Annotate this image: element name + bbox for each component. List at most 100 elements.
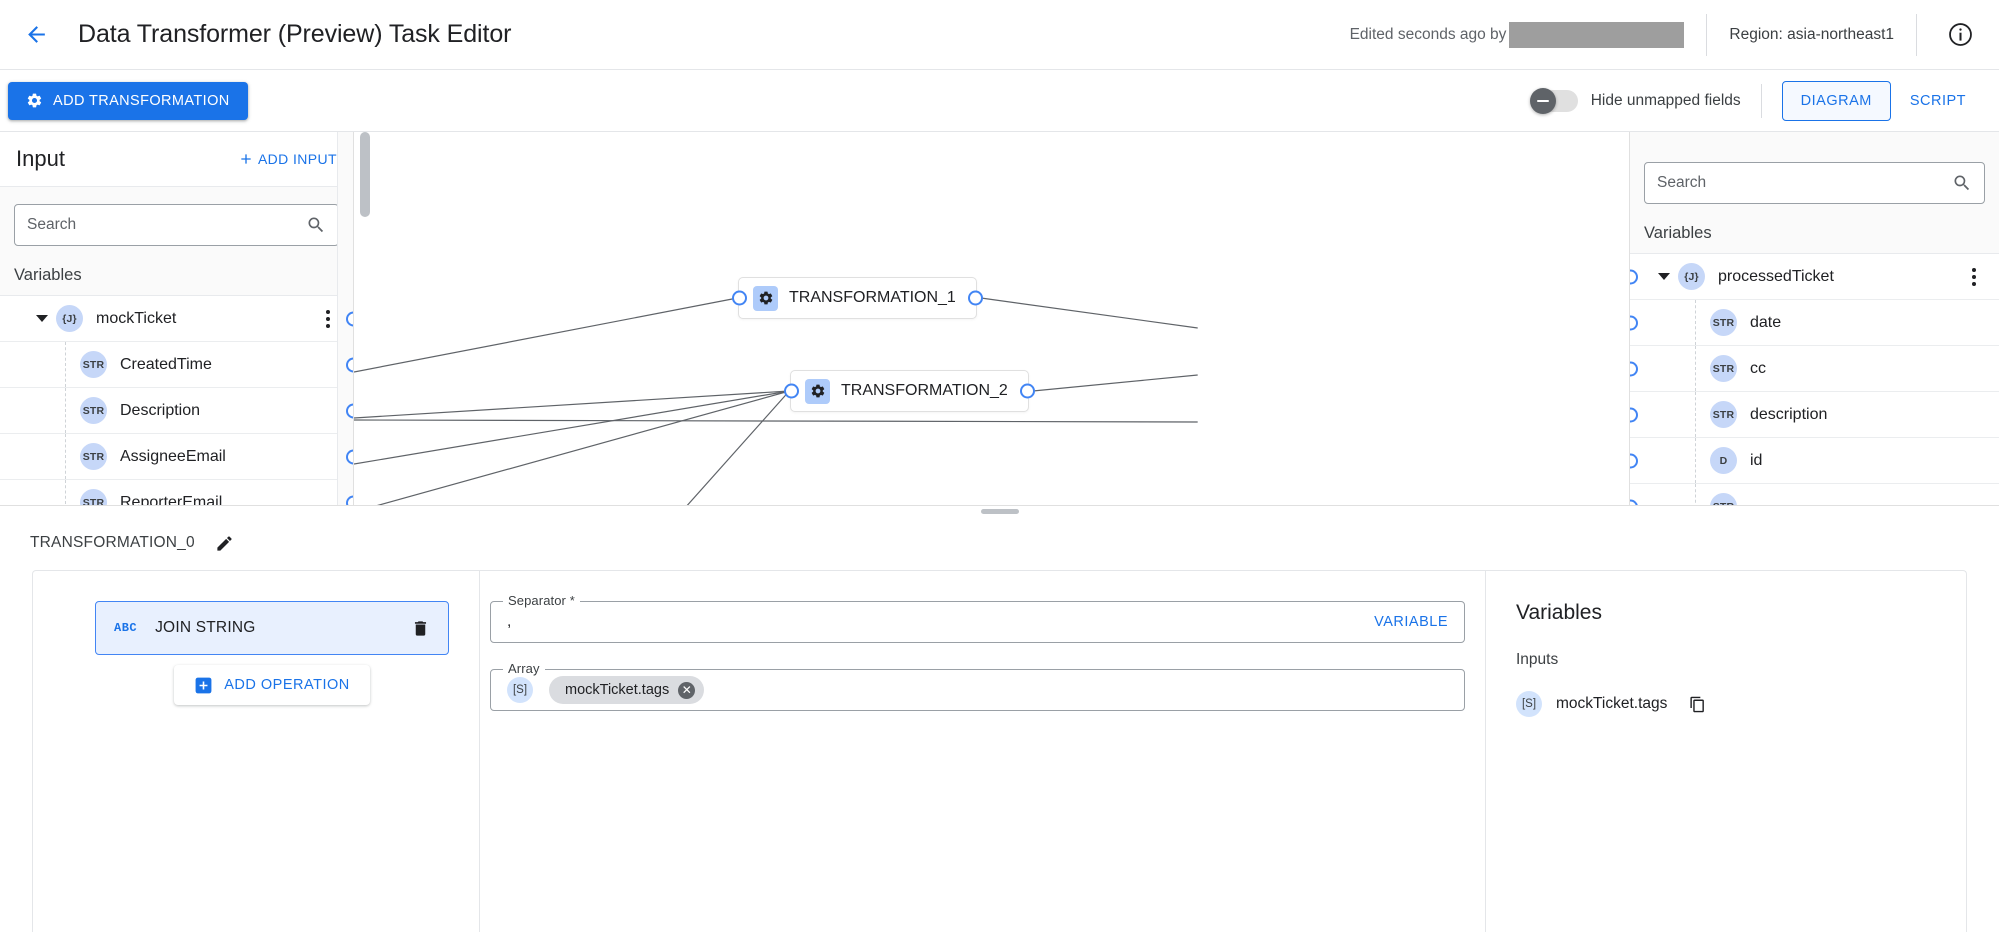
output-variable-table: {J} processedTicket STR date STR [1630,253,1999,505]
hide-unmapped-toggle-group[interactable]: Hide unmapped fields [1532,90,1741,112]
table-row[interactable]: STR date [1630,300,1999,346]
search-icon[interactable] [1952,173,1972,193]
page-title: Data Transformer (Preview) Task Editor [78,20,511,49]
trash-icon [411,618,430,639]
variables-heading: Variables [1516,601,1942,625]
gear-icon [26,92,43,109]
mapping-work-area: Input ADD INPUT Varia [0,132,1999,505]
transformation-node-2[interactable]: TRANSFORMATION_2 [790,370,1029,412]
transformation-node-1[interactable]: TRANSFORMATION_1 [738,277,977,319]
diagram-canvas[interactable]: TRANSFORMATION_1 TRANSFORMATION_2 [353,132,1630,505]
panel-resize-handle[interactable] [0,505,1999,516]
plus-square-icon [194,676,213,695]
output-search-box[interactable] [1644,162,1985,204]
redacted-user [1509,22,1684,48]
indent-guide [0,388,66,433]
indent-guide [1630,392,1696,437]
operation-card-join-string[interactable]: ABC JOIN STRING [95,601,449,655]
variable-name: date [1750,314,1781,332]
top-bar-right: Edited seconds ago by Region: asia-north… [1350,0,1999,69]
table-row[interactable]: STR cc [1630,346,1999,392]
input-search-input[interactable] [27,216,306,234]
input-variable-table: {J} mockTicket STR CreatedTime [0,295,353,505]
edited-status-text: Edited seconds ago by [1350,26,1507,44]
type-badge: STR [80,489,107,505]
table-row[interactable]: STR ReporterEmail [0,480,353,505]
indent-guide [0,434,66,479]
close-icon[interactable]: ✕ [678,682,695,699]
copy-button[interactable] [1689,696,1706,713]
separator-label: Separator * [503,593,580,608]
table-row[interactable]: STR AssigneeEmail [0,434,353,480]
action-bar: ADD TRANSFORMATION Hide unmapped fields … [0,70,1999,132]
array-value-chip[interactable]: mockTicket.tags ✕ [549,676,704,704]
array-value-label: mockTicket.tags [565,682,669,698]
delete-operation-button[interactable] [411,618,430,639]
connector-port[interactable] [1630,269,1638,284]
variable-name: cc [1750,360,1766,378]
row-menu-button[interactable] [1963,266,1985,288]
array-field[interactable]: Array [S] mockTicket.tags ✕ [490,669,1465,711]
output-search-input[interactable] [1657,174,1952,192]
add-operation-button[interactable]: ADD OPERATION [174,665,369,705]
separator-field[interactable]: Separator * , VARIABLE [490,601,1465,643]
variable-name: id [1750,452,1762,470]
copy-icon [1689,696,1706,713]
edit-name-button[interactable] [215,534,234,553]
type-badge: {J} [1678,263,1705,290]
variable-name: AssigneeEmail [120,448,226,466]
type-badge: STR [1710,493,1737,505]
list-item[interactable]: [S] mockTicket.tags [1516,691,1942,717]
connector-port[interactable] [346,495,354,505]
input-variables-label: Variables [0,246,353,295]
type-badge: {J} [56,305,83,332]
edited-status: Edited seconds ago by [1350,22,1685,48]
table-row[interactable]: D id [1630,438,1999,484]
toggle-knob [1530,88,1556,114]
separator-variable-button[interactable]: VARIABLE [1374,614,1448,630]
table-row[interactable]: STR Description [0,388,353,434]
indent-guide [0,480,66,505]
top-app-bar: Data Transformer (Preview) Task Editor E… [0,0,1999,70]
table-row[interactable]: STR description [1630,392,1999,438]
variable-name: CreatedTime [120,356,212,374]
table-row[interactable]: {J} processedTicket [1630,254,1999,300]
transformation-detail-body: ABC JOIN STRING ADD OPERATION [32,570,1967,932]
drag-grip [981,509,1019,514]
add-input-button[interactable]: ADD INPUT [238,151,337,167]
add-operation-label: ADD OPERATION [224,677,349,693]
row-menu-button[interactable] [317,308,339,330]
tab-diagram[interactable]: DIAGRAM [1782,81,1891,121]
type-badge: STR [80,397,107,424]
chevron-down-icon[interactable] [36,315,48,322]
divider [1761,84,1762,118]
chevron-down-icon[interactable] [1658,273,1670,280]
input-search-box[interactable] [14,204,339,246]
output-search-row [1630,132,1999,204]
hide-unmapped-toggle[interactable] [1532,90,1578,112]
info-button[interactable] [1939,14,1981,56]
node-input-port[interactable] [732,291,747,306]
separator-value: , [507,613,511,631]
indent-guide [0,342,66,387]
pencil-icon [215,534,234,553]
variable-name: mockTicket.tags [1556,695,1667,713]
node-input-port[interactable] [784,384,799,399]
input-panel: Input ADD INPUT Varia [0,132,353,505]
node-output-port[interactable] [968,291,983,306]
table-row[interactable]: STR CreatedTime [0,342,353,388]
back-button[interactable] [14,13,58,57]
arrow-left-icon [24,22,49,47]
table-row[interactable]: {J} mockTicket [0,296,353,342]
type-badge: D [1710,447,1737,474]
add-transformation-button[interactable]: ADD TRANSFORMATION [8,82,248,120]
canvas-vertical-scrollbar[interactable] [360,132,370,217]
type-badge: [S] [507,677,533,703]
tab-script[interactable]: SCRIPT [1891,81,1985,121]
table-row[interactable]: STR [1630,484,1999,505]
type-badge: [S] [1516,691,1542,717]
search-icon[interactable] [306,215,326,235]
divider [1916,14,1917,56]
node-output-port[interactable] [1020,384,1035,399]
output-panel-body: Variables {J} processedTicket STR date [1630,132,1999,505]
